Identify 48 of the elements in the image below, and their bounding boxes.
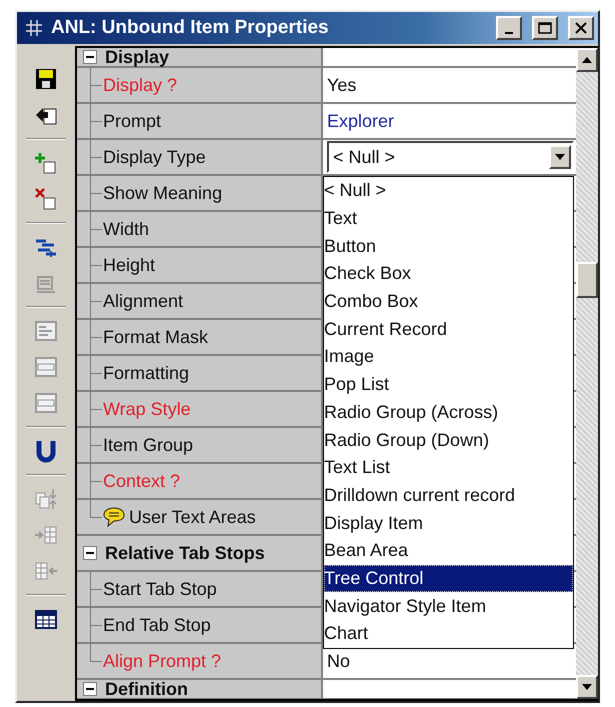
scrollbar[interactable] xyxy=(576,48,598,699)
dropdown-option[interactable]: Tree Control xyxy=(324,564,573,592)
down-arrow-icon xyxy=(555,154,565,160)
copy-arrows-icon xyxy=(34,487,58,511)
speech-bubble-icon xyxy=(103,507,125,527)
property-label-cell[interactable]: Item Group xyxy=(77,428,323,462)
property-label-cell[interactable]: Width xyxy=(77,212,323,246)
up-arrow-icon xyxy=(582,57,592,63)
maximize-icon xyxy=(538,22,552,34)
property-value[interactable]: Explorer xyxy=(327,110,394,132)
minimize-icon xyxy=(505,32,513,34)
document-icon xyxy=(34,391,58,415)
section-header-cell[interactable]: Definition xyxy=(77,680,323,698)
maximize-button[interactable] xyxy=(532,16,558,40)
property-label-cell[interactable]: Show Meaning xyxy=(77,176,323,210)
collapse-toggle[interactable] xyxy=(83,682,97,696)
property-label-cell[interactable]: Display Type xyxy=(77,140,323,174)
property-value[interactable]: Yes xyxy=(327,74,356,96)
property-label-cell[interactable]: Prompt xyxy=(77,104,323,138)
down-arrow-icon xyxy=(582,684,592,690)
table-icon xyxy=(34,607,58,631)
plus-page-icon xyxy=(34,151,58,175)
scroll-up-button[interactable] xyxy=(576,48,598,72)
form-icon xyxy=(34,319,58,343)
display-type-dropdown[interactable]: < Null > xyxy=(327,141,574,173)
underline-icon xyxy=(34,439,58,463)
minimize-button[interactable] xyxy=(496,16,522,40)
cross-page-icon xyxy=(34,187,58,211)
document-icon xyxy=(34,355,58,379)
collapse-toggle[interactable] xyxy=(83,50,97,64)
property-label-cell[interactable]: Start Tab Stop xyxy=(77,572,323,606)
property-label-cell[interactable]: Format Mask xyxy=(77,320,323,354)
property-value[interactable]: No xyxy=(327,650,350,672)
property-label-cell[interactable]: End Tab Stop xyxy=(77,608,323,642)
section-header-cell[interactable]: Relative Tab Stops xyxy=(77,536,323,570)
close-icon xyxy=(575,22,587,34)
close-button[interactable] xyxy=(568,16,594,40)
property-label-cell[interactable]: Formatting xyxy=(77,356,323,390)
grid-icon xyxy=(25,19,43,37)
window-title: ANL: Unbound Item Properties xyxy=(51,17,330,39)
property-label-cell[interactable]: User Text Areas xyxy=(77,500,323,534)
collapse-toggle[interactable] xyxy=(83,546,97,560)
property-label-cell[interactable]: Height xyxy=(77,248,323,282)
scroll-thumb[interactable] xyxy=(576,262,598,298)
property-label-cell[interactable]: Alignment xyxy=(77,284,323,318)
dropdown-button[interactable] xyxy=(549,145,571,169)
scroll-down-button[interactable] xyxy=(576,675,598,699)
section-header-cell[interactable]: Display xyxy=(77,48,323,66)
